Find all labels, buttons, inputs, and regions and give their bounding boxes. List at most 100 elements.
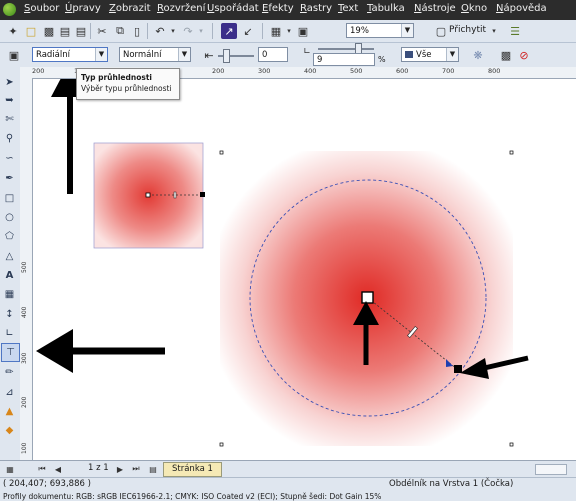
- horizontal-scrollbar[interactable]: [535, 464, 567, 475]
- smart-fill-icon[interactable]: ✒: [2, 171, 17, 186]
- full-screen-icon[interactable]: ▢: [433, 23, 449, 39]
- freeze-icon[interactable]: ❋: [470, 47, 486, 63]
- add-page-icon[interactable]: ▤: [145, 461, 161, 477]
- options-icon[interactable]: ☰: [507, 23, 523, 39]
- pick-tool-icon[interactable]: ➤: [2, 75, 17, 90]
- small-gradient-end-handle[interactable]: [200, 192, 205, 197]
- paste-icon[interactable]: ▯: [129, 23, 145, 39]
- chevron-down-icon[interactable]: ▼: [95, 48, 107, 61]
- interactive-fill-icon[interactable]: ◆: [2, 423, 17, 438]
- ellipse-tool-icon[interactable]: ○: [2, 210, 17, 225]
- freehand-tool-icon[interactable]: ∽: [2, 151, 17, 166]
- next-page-icon[interactable]: ▶: [112, 461, 128, 477]
- crop-tool-icon[interactable]: ✄: [2, 112, 17, 127]
- transparency-tool-icon: ▣: [8, 48, 20, 62]
- menu-zobrazit[interactable]: Zobrazit: [109, 3, 151, 14]
- tooltip-description: Výběr typu průhlednosti: [81, 84, 172, 93]
- previous-page-icon[interactable]: ◀: [50, 461, 66, 477]
- ruler-tick-label: 800: [488, 67, 501, 75]
- midpoint-icon: ⇤: [204, 48, 214, 62]
- zoom-level-combo[interactable]: 19% ▼: [346, 23, 414, 38]
- drawing-canvas[interactable]: [33, 79, 576, 460]
- rectangle-tool-icon[interactable]: □: [2, 191, 17, 206]
- merge-mode-value: Normální: [123, 50, 162, 60]
- new-document-icon[interactable]: ✦: [5, 23, 21, 39]
- menu-efekty[interactable]: Efekty: [262, 3, 294, 14]
- page-navigation-bar: ▦ ⏮ ◀ 1 z 1 ▶ ⏭ ▤ Stránka 1: [0, 460, 576, 477]
- merge-mode-combo[interactable]: Normální ▼: [119, 47, 191, 62]
- transparency-center-handle[interactable]: [361, 291, 374, 304]
- fit-page-icon[interactable]: ▦: [2, 461, 18, 477]
- menu-okno[interactable]: Okno: [461, 3, 487, 14]
- print-icon[interactable]: ▤: [73, 23, 89, 39]
- tab-page-1[interactable]: Stránka 1: [163, 462, 222, 477]
- menu-tabulka[interactable]: Tabulka: [367, 3, 405, 14]
- shape-tool-icon[interactable]: ➥: [2, 93, 17, 108]
- snap-dropdown-icon[interactable]: ▾: [486, 23, 502, 39]
- copy-icon[interactable]: ⧉: [112, 23, 128, 39]
- eyedropper-tool-icon[interactable]: ✏: [2, 365, 17, 380]
- fill-tool-icon[interactable]: ▲: [2, 404, 17, 419]
- menu-upravy[interactable]: Úpravy: [65, 3, 101, 14]
- transparency-type-value: Radiální: [36, 50, 71, 60]
- transparency-type-combo[interactable]: Radiální ▼: [32, 47, 108, 62]
- apply-to-combo[interactable]: Vše ▼: [401, 47, 459, 62]
- tooltip-title: Typ průhlednosti: [81, 73, 152, 82]
- ruler-tick-label: 200: [212, 67, 225, 75]
- cut-icon[interactable]: ✂: [94, 23, 110, 39]
- midpoint-value: 0: [262, 50, 268, 60]
- last-page-icon[interactable]: ⏭: [128, 461, 144, 477]
- chevron-down-icon[interactable]: ▼: [446, 48, 458, 61]
- connector-tool-icon[interactable]: ∟: [2, 326, 17, 341]
- transparency-tool-button[interactable]: ⊤: [1, 343, 20, 362]
- ruler-tick-label: 300: [258, 67, 271, 75]
- clear-transparency-icon[interactable]: ⊘: [516, 47, 532, 63]
- open-folder-icon[interactable]: □: [23, 23, 39, 39]
- apply-to-value: Vše: [416, 50, 432, 60]
- save-icon[interactable]: ▩: [41, 23, 57, 39]
- ruler-tick-label: 500: [350, 67, 363, 75]
- chevron-down-icon[interactable]: ▼: [178, 48, 190, 61]
- percent-sign: %: [378, 55, 386, 64]
- chevron-down-icon[interactable]: ▼: [401, 24, 413, 37]
- snap-to-button[interactable]: Přichytit: [449, 25, 486, 35]
- menu-rozvrzeni[interactable]: Rozvržení: [157, 3, 205, 14]
- import-icon[interactable]: ↗: [221, 23, 237, 39]
- menu-usporadat[interactable]: Uspořádat: [207, 3, 259, 14]
- menu-napoveda[interactable]: Nápověda: [496, 3, 547, 14]
- midpoint-input[interactable]: 0: [258, 47, 288, 62]
- table-tool-icon[interactable]: ▦: [2, 287, 17, 302]
- welcome-screen-icon[interactable]: ▣: [295, 23, 311, 39]
- zoom-tool-icon[interactable]: ⚲: [2, 131, 17, 146]
- midpoint-slider-thumb[interactable]: [223, 49, 230, 63]
- ruler-tick-label: 100: [21, 442, 28, 454]
- ruler-tick-label: 400: [304, 67, 317, 75]
- dimension-tool-icon[interactable]: ↕: [2, 307, 17, 322]
- print-preview-icon[interactable]: ▤: [57, 23, 73, 39]
- ruler-tick-label: 500: [21, 261, 28, 273]
- first-page-icon[interactable]: ⏮: [34, 461, 50, 477]
- small-gradient-midpoint[interactable]: [173, 191, 177, 199]
- polygon-tool-icon[interactable]: ⬠: [2, 229, 17, 244]
- text-tool-icon[interactable]: A: [2, 268, 17, 283]
- annotation-arrow-left: [36, 329, 165, 373]
- menu-rastry[interactable]: Rastry: [300, 3, 332, 14]
- outline-pen-icon[interactable]: ⊿: [2, 385, 17, 400]
- menu-soubor[interactable]: Soubor: [24, 3, 59, 14]
- export-icon[interactable]: ↙: [240, 23, 256, 39]
- copy-transparency-icon[interactable]: ▩: [498, 47, 514, 63]
- vertical-ruler: 500 400 300 200 100: [20, 78, 33, 460]
- undo-dropdown-icon[interactable]: ▾: [165, 23, 181, 39]
- ruler-tick-label: 200: [32, 67, 45, 75]
- basic-shapes-icon[interactable]: △: [2, 249, 17, 264]
- edge-pad-slider[interactable]: [318, 48, 374, 50]
- ruler-tick-label: 400: [21, 306, 28, 318]
- edge-pad-input[interactable]: 9: [313, 53, 375, 66]
- small-gradient-center-handle[interactable]: [145, 192, 151, 198]
- transparency-end-handle[interactable]: [454, 365, 462, 373]
- ruler-tick-label: 300: [21, 352, 28, 364]
- menu-nastroje[interactable]: Nástroje: [414, 3, 456, 14]
- menu-text[interactable]: Text: [338, 3, 358, 14]
- object-info: Obdélník na Vrstva 1 (Čočka): [389, 479, 514, 489]
- redo-dropdown-icon[interactable]: ▾: [193, 23, 209, 39]
